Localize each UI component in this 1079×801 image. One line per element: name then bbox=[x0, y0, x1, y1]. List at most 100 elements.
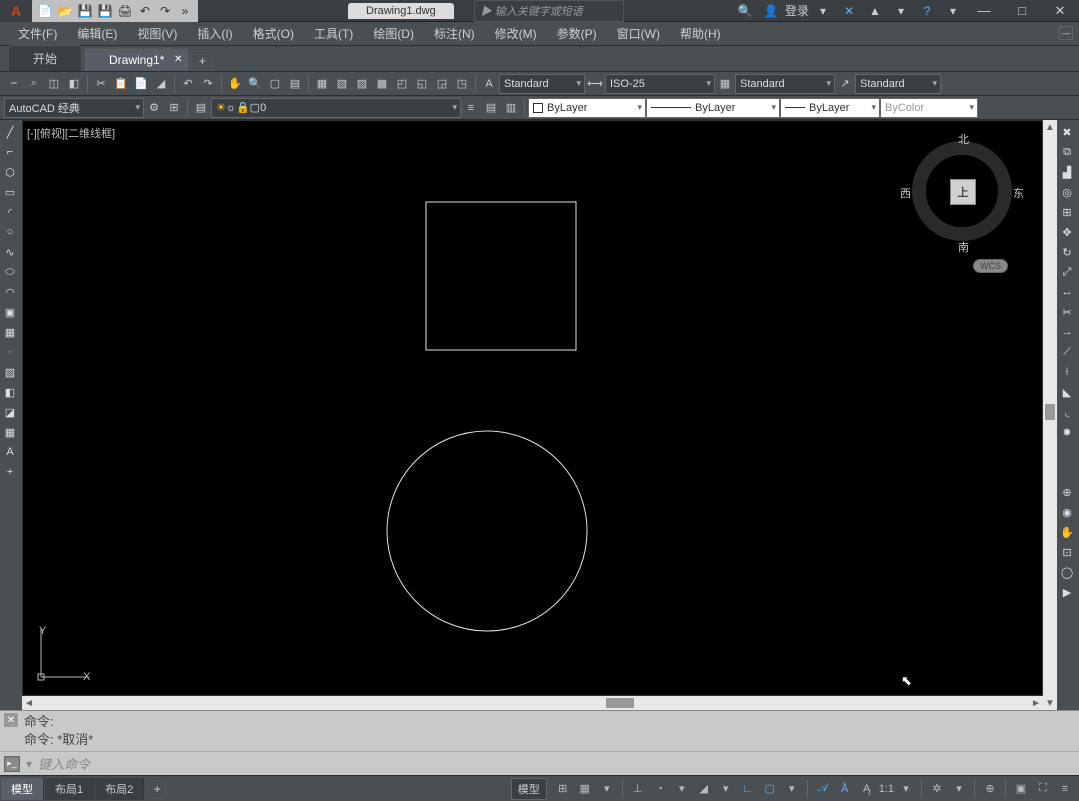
tool-icon[interactable]: ↶ bbox=[179, 75, 197, 93]
tool-icon[interactable]: ◲ bbox=[433, 75, 451, 93]
join-icon[interactable]: ⟊ bbox=[1057, 362, 1077, 382]
trim-icon[interactable]: ✂ bbox=[1057, 302, 1077, 322]
scale-icon[interactable]: ⤢ bbox=[1057, 262, 1077, 282]
orbit-icon[interactable]: ◯ bbox=[1057, 562, 1077, 582]
tab-drawing1[interactable]: Drawing1* ✕ bbox=[84, 48, 189, 71]
spline-icon[interactable]: ∿ bbox=[0, 242, 20, 262]
menu-modify[interactable]: 修改(M) bbox=[485, 21, 547, 46]
table-style-icon[interactable]: ▦ bbox=[716, 75, 734, 93]
tab-close-icon[interactable]: ✕ bbox=[174, 54, 182, 65]
cmd-prompt-icon[interactable]: ▸_ bbox=[4, 756, 20, 772]
move-icon[interactable]: ✥ bbox=[1057, 222, 1077, 242]
isolate-icon[interactable]: ⊕ bbox=[980, 779, 1000, 799]
plotstyle-select[interactable]: ByColor▾ bbox=[880, 98, 978, 118]
stretch-icon[interactable]: ↔ bbox=[1057, 282, 1077, 302]
tool-icon[interactable]: ◱ bbox=[413, 75, 431, 93]
osnap-track-icon[interactable]: ▢ bbox=[760, 779, 780, 799]
cmd-close-icon[interactable]: ✕ bbox=[4, 713, 18, 727]
saveas-icon[interactable]: 💾 bbox=[96, 2, 114, 20]
lineweight-select[interactable]: ByLayer▾ bbox=[780, 98, 880, 118]
pan-icon[interactable]: ✋ bbox=[226, 75, 244, 93]
chamfer-icon[interactable]: ◣ bbox=[1057, 382, 1077, 402]
gradient-icon[interactable]: ◧ bbox=[0, 382, 20, 402]
nav-cube-top-face[interactable]: 上 bbox=[950, 179, 976, 205]
arc-icon[interactable]: ◜ bbox=[0, 202, 20, 222]
show-motion-icon[interactable]: ▶ bbox=[1057, 582, 1077, 602]
tool-icon[interactable]: ⌕ bbox=[25, 75, 43, 93]
chevron-down-icon[interactable]: ▾ bbox=[949, 779, 969, 799]
login-icon[interactable]: 👤 bbox=[759, 2, 783, 20]
tool-icon[interactable]: ▤ bbox=[286, 75, 304, 93]
tool-icon[interactable]: ◧ bbox=[65, 75, 83, 93]
polyline-icon[interactable]: ⌐ bbox=[0, 142, 20, 162]
ortho-icon[interactable]: ⊥ bbox=[628, 779, 648, 799]
grid-icon[interactable]: ⊞ bbox=[165, 99, 183, 117]
vertical-scrollbar[interactable]: ▲ ▼ bbox=[1043, 120, 1057, 710]
clean-screen-icon[interactable]: ⛶ bbox=[1033, 779, 1053, 799]
tool-icon[interactable]: ◰ bbox=[393, 75, 411, 93]
close-icon[interactable]: ✕ bbox=[1041, 0, 1079, 22]
scroll-up-icon[interactable]: ▲ bbox=[1043, 120, 1057, 134]
layout-tab-model[interactable]: 模型 bbox=[1, 778, 44, 800]
redo-icon[interactable]: ↷ bbox=[156, 2, 174, 20]
nav-cube[interactable]: 上 北 南 东 西 bbox=[902, 131, 1022, 251]
menu-format[interactable]: 格式(O) bbox=[243, 21, 304, 46]
tool-icon[interactable]: ✂ bbox=[92, 75, 110, 93]
undo-icon[interactable]: ↶ bbox=[136, 2, 154, 20]
add-layout-button[interactable]: + bbox=[147, 780, 167, 798]
gear-icon[interactable]: ✲ bbox=[927, 779, 947, 799]
offset-icon[interactable]: ◎ bbox=[1057, 182, 1077, 202]
menu-draw[interactable]: 绘图(D) bbox=[363, 21, 424, 46]
layout-tab-2[interactable]: 布局2 bbox=[95, 778, 144, 800]
dim-style-icon[interactable]: ⟷ bbox=[586, 75, 604, 93]
text-style-select[interactable]: Standard▾ bbox=[499, 74, 585, 94]
zoom-icon[interactable]: 🔍 bbox=[246, 75, 264, 93]
layer-select[interactable]: ☀ ☼ 🔒 ▢ 0▾ bbox=[211, 98, 461, 118]
pan-icon[interactable]: ✋ bbox=[1057, 522, 1077, 542]
maximize-icon[interactable]: □ bbox=[1003, 0, 1041, 22]
minimize-icon[interactable]: — bbox=[965, 0, 1003, 22]
appstore-icon[interactable]: ▲ bbox=[863, 2, 887, 20]
save-icon[interactable]: 💾 bbox=[76, 2, 94, 20]
layer-tool-icon[interactable]: ≡ bbox=[462, 99, 480, 117]
mirror-icon[interactable]: ▟ bbox=[1057, 162, 1077, 182]
table-icon[interactable]: ▦ bbox=[0, 422, 20, 442]
addline-icon[interactable]: + bbox=[0, 462, 20, 482]
color-select[interactable]: ByLayer▾ bbox=[528, 98, 646, 118]
mtext-icon[interactable]: A bbox=[0, 442, 20, 462]
mleader-style-select[interactable]: Standard▾ bbox=[855, 74, 941, 94]
scale-label[interactable]: 1:1 bbox=[879, 779, 894, 799]
scroll-down-icon[interactable]: ▼ bbox=[1043, 696, 1057, 710]
osnap-icon[interactable]: ∟ bbox=[738, 779, 758, 799]
menu-tools[interactable]: 工具(T) bbox=[304, 21, 363, 46]
chevron-down-icon[interactable]: ▾ bbox=[672, 779, 692, 799]
chevron-down-icon[interactable]: ▾ bbox=[597, 779, 617, 799]
menu-insert[interactable]: 插入(I) bbox=[187, 21, 242, 46]
app-logo[interactable]: A bbox=[0, 0, 32, 22]
help-icon[interactable]: ? bbox=[915, 2, 939, 20]
point-icon[interactable]: · bbox=[0, 342, 20, 362]
tool-icon[interactable]: ▧ bbox=[333, 75, 351, 93]
tool-icon[interactable]: ⎯ bbox=[5, 75, 23, 93]
text-style-icon[interactable]: A bbox=[480, 75, 498, 93]
tab-start[interactable]: 开始 bbox=[8, 45, 82, 71]
tool-icon[interactable]: ▦ bbox=[313, 75, 331, 93]
menu-edit[interactable]: 编辑(E) bbox=[67, 21, 127, 46]
annotation-icon[interactable]: Å bbox=[835, 779, 855, 799]
annotation-icon[interactable]: 𝒜 bbox=[813, 779, 833, 799]
linetype-select[interactable]: ByLayer▾ bbox=[646, 98, 780, 118]
line-icon[interactable]: ╱ bbox=[0, 122, 20, 142]
grid-toggle-icon[interactable]: ⊞ bbox=[553, 779, 573, 799]
scroll-thumb[interactable] bbox=[1045, 404, 1055, 420]
chevron-down-icon[interactable]: ▾ bbox=[716, 779, 736, 799]
new-icon[interactable]: 📄 bbox=[36, 2, 54, 20]
break-icon[interactable]: ⟋ bbox=[1057, 342, 1077, 362]
polar-icon[interactable]: ◔ bbox=[650, 779, 670, 799]
command-input[interactable]: 键入命令 bbox=[38, 754, 1075, 773]
dim-style-select[interactable]: ISO-25▾ bbox=[605, 74, 715, 94]
insert-icon[interactable]: ▦ bbox=[0, 322, 20, 342]
chevron-down-icon[interactable]: ▾ bbox=[889, 2, 913, 20]
copy-icon[interactable]: ⧉ bbox=[1057, 142, 1077, 162]
menu-file[interactable]: 文件(F) bbox=[8, 21, 67, 46]
mleader-style-icon[interactable]: ↗ bbox=[836, 75, 854, 93]
